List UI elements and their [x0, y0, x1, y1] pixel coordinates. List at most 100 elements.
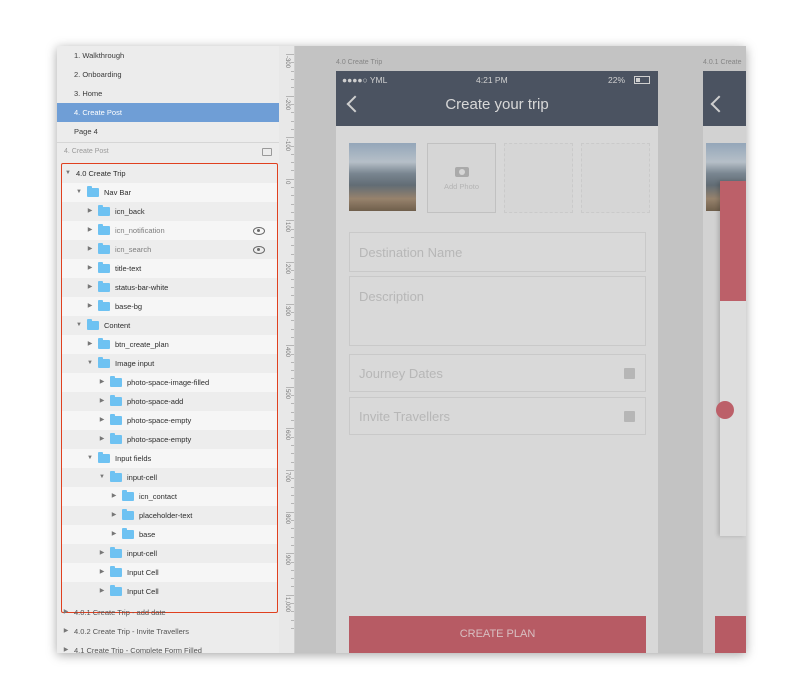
page-item-onboarding[interactable]: 2. Onboarding [57, 65, 279, 84]
nav-bar [703, 71, 746, 126]
disclosure-triangle-icon[interactable]: ▶ [110, 506, 118, 525]
page-item-home[interactable]: 3. Home [57, 84, 279, 103]
layer-label: Nav Bar [104, 188, 132, 197]
photo-space-empty[interactable] [504, 143, 573, 213]
layer-row[interactable]: ▶ Input Cell [62, 582, 277, 601]
journey-dates-field[interactable]: Journey Dates [349, 354, 646, 392]
layer-row[interactable]: ▼ 4.0 Create Trip [62, 164, 277, 183]
artboard2-title[interactable]: 4.0.1 Create [703, 59, 742, 66]
ruler-minor-tick [291, 411, 294, 413]
layer-row[interactable]: ▼ input-cell [62, 468, 277, 487]
layer-row[interactable]: ▶ icn_contact [62, 487, 277, 506]
disclosure-triangle-icon[interactable]: ▶ [98, 411, 106, 430]
ruler-label: 700 [284, 472, 290, 483]
layer-group-4-0-1[interactable]: ▶ 4.0.1 Create Trip - add date [57, 603, 279, 622]
description-field[interactable]: Description [349, 276, 646, 346]
layer-row[interactable]: ▶ icn_search [62, 240, 277, 259]
ruler-minor-tick [291, 361, 294, 363]
disclosure-triangle-icon[interactable]: ▶ [86, 259, 94, 278]
disclosure-triangle-icon[interactable]: ▼ [75, 183, 83, 202]
layer-row[interactable]: ▶ status-bar-white [62, 278, 277, 297]
layer-row[interactable]: ▶ photo-space-empty [62, 430, 277, 449]
folder-icon [98, 338, 110, 349]
nav-bar: ●●●●○ YML 4:21 PM 22% Create your trip [336, 71, 658, 126]
disclosure-triangle-icon[interactable]: ▶ [86, 335, 94, 354]
disclosure-triangle-icon[interactable]: ▶ [98, 392, 106, 411]
layer-row[interactable]: ▶ photo-space-empty [62, 411, 277, 430]
photo-space-add[interactable]: Add Photo [427, 143, 496, 213]
disclosure-triangle-icon[interactable]: ▶ [86, 240, 94, 259]
layer-row[interactable]: ▶ photo-space-add [62, 392, 277, 411]
disclosure-triangle-icon[interactable]: ▼ [86, 354, 94, 373]
ruler-minor-tick [291, 611, 294, 613]
layer-row[interactable]: ▶ photo-space-image-filled [62, 373, 277, 392]
page-item-walkthrough[interactable]: 1. Walkthrough [57, 46, 279, 65]
disclosure-triangle-icon[interactable]: ▼ [75, 316, 83, 335]
layer-row[interactable]: ▼ Input fields [62, 449, 277, 468]
folder-icon [110, 471, 122, 482]
invite-travellers-field[interactable]: Invite Travellers [349, 397, 646, 435]
disclosure-triangle-icon[interactable]: ▶ [62, 622, 70, 641]
layer-group-4-1[interactable]: ▶ 4.1 Create Trip - Complete Form Filled [57, 641, 279, 653]
disclosure-triangle-icon[interactable]: ▶ [98, 373, 106, 392]
disclosure-triangle-icon[interactable]: ▶ [98, 430, 106, 449]
back-icon[interactable] [710, 95, 728, 113]
create-plan-button[interactable] [715, 616, 746, 653]
layer-row[interactable]: ▶ icn_notification [62, 221, 277, 240]
artboard-add-date-peek[interactable] [703, 71, 746, 653]
layer-row[interactable]: ▶ input-cell [62, 544, 277, 563]
folder-icon [122, 509, 134, 520]
disclosure-triangle-icon[interactable]: ▶ [62, 603, 70, 622]
artboard-title[interactable]: 4.0 Create Trip [336, 59, 382, 66]
layer-row[interactable]: ▶ base-bg [62, 297, 277, 316]
visibility-eye-icon[interactable] [253, 227, 265, 235]
photo-space-empty[interactable] [581, 143, 650, 213]
disclosure-triangle-icon[interactable]: ▼ [98, 468, 106, 487]
disclosure-triangle-icon[interactable]: ▼ [86, 449, 94, 468]
disclosure-triangle-icon[interactable]: ▶ [86, 278, 94, 297]
artboard-create-trip[interactable]: ●●●●○ YML 4:21 PM 22% Create your trip A… [336, 71, 658, 653]
ruler-minor-tick [291, 228, 294, 230]
ruler-tick [286, 54, 294, 55]
disclosure-triangle-icon[interactable]: ▶ [86, 202, 94, 221]
disclosure-triangle-icon[interactable]: ▶ [86, 221, 94, 240]
ruler-minor-tick [291, 128, 294, 130]
layer-row[interactable]: ▼ Nav Bar [62, 183, 277, 202]
photo-space-image-filled[interactable] [349, 143, 416, 211]
destination-field[interactable]: Destination Name [349, 232, 646, 272]
disclosure-triangle-icon[interactable]: ▶ [86, 297, 94, 316]
disclosure-triangle-icon[interactable]: ▶ [98, 544, 106, 563]
layer-row[interactable]: ▶ title-text [62, 259, 277, 278]
layer-row[interactable]: ▼ Content [62, 316, 277, 335]
page-item-page-4[interactable]: Page 4 [57, 122, 279, 141]
design-canvas[interactable]: 4.0 Create Trip 4.0.1 Create ●●●●○ YML 4… [295, 46, 746, 653]
layer-row[interactable]: ▶ placeholder-text [62, 506, 277, 525]
ruler-minor-tick [291, 278, 294, 280]
disclosure-triangle-icon[interactable]: ▶ [62, 641, 70, 653]
layer-row[interactable]: ▶ base [62, 525, 277, 544]
page-item-create-post[interactable]: 4. Create Post [57, 103, 279, 122]
ruler-minor-tick [291, 628, 294, 630]
layers-sidebar: 1. Walkthrough 2. Onboarding 3. Home 4. … [57, 46, 280, 653]
disclosure-triangle-icon[interactable]: ▶ [110, 525, 118, 544]
layer-row[interactable]: ▼ Image input [62, 354, 277, 373]
collapse-icon[interactable] [262, 148, 272, 156]
disclosure-triangle-icon[interactable]: ▼ [64, 164, 72, 183]
disclosure-triangle-icon[interactable]: ▶ [98, 563, 106, 582]
disclosure-triangle-icon[interactable]: ▶ [98, 582, 106, 601]
ruler-tick [286, 470, 294, 471]
ruler-minor-tick [291, 170, 294, 172]
ruler-minor-tick [291, 436, 294, 438]
disclosure-triangle-icon[interactable]: ▶ [110, 487, 118, 506]
layer-group-4-0-2[interactable]: ▶ 4.0.2 Create Trip - Invite Travellers [57, 622, 279, 641]
create-plan-button[interactable]: CREATE PLAN [349, 616, 646, 653]
layer-row[interactable]: ▶ icn_back [62, 202, 277, 221]
ruler-minor-tick [291, 536, 294, 538]
layer-row[interactable]: ▶ Input Cell [62, 563, 277, 582]
folder-icon [98, 224, 110, 235]
ruler-minor-tick [291, 78, 294, 80]
visibility-eye-icon[interactable] [253, 246, 265, 254]
ruler-minor-tick [291, 87, 294, 89]
layer-label: icn_contact [139, 492, 177, 501]
layer-row[interactable]: ▶ btn_create_plan [62, 335, 277, 354]
